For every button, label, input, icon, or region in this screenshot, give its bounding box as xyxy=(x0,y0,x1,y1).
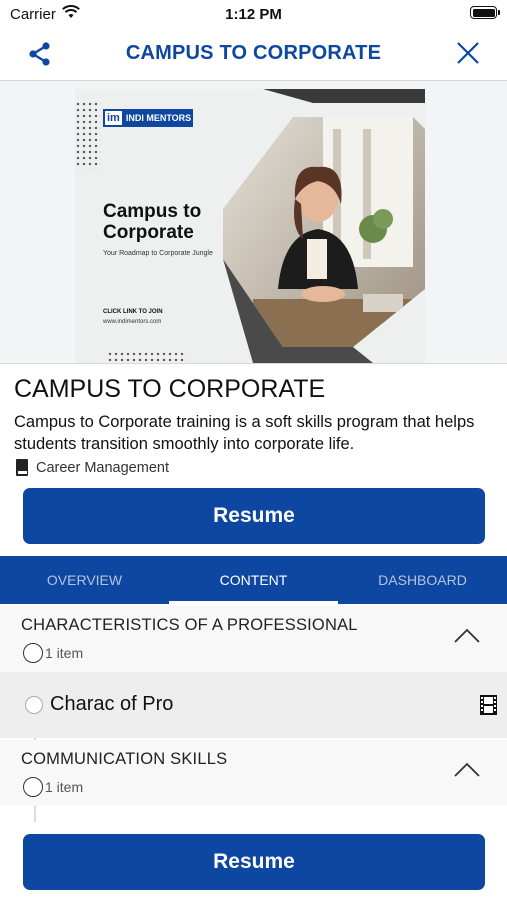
course-description: Campus to Corporate training is a soft s… xyxy=(14,413,475,453)
category-label: Career Management xyxy=(36,459,169,476)
clock: 1:12 PM xyxy=(225,6,282,23)
nav-title: CAMPUS TO CORPORATE xyxy=(125,42,382,64)
course-banner: im INDI MENTORS Campus to Corporate Your… xyxy=(0,80,507,364)
film-icon xyxy=(480,695,497,715)
dot-pattern-decoration xyxy=(107,351,187,363)
professional-woman-photo xyxy=(223,89,425,363)
progress-circle-icon xyxy=(23,777,43,797)
poster-subheading: Your Roadmap to Corporate Jungle xyxy=(103,250,213,257)
course-poster-image: im INDI MENTORS Campus to Corporate Your… xyxy=(75,89,425,363)
section-item-count: 1 item xyxy=(23,643,83,663)
tab-bar: OVERVIEW CONTENT DASHBOARD xyxy=(0,556,507,604)
book-icon xyxy=(16,459,28,476)
close-icon[interactable] xyxy=(455,40,481,66)
chevron-up-icon[interactable] xyxy=(453,628,481,644)
indi-mentors-logo: im INDI MENTORS xyxy=(103,109,193,127)
section-title: COMMUNICATION SKILLS xyxy=(21,750,228,768)
resume-button-bottom[interactable]: Resume xyxy=(23,834,485,890)
section-header[interactable]: COMMUNICATION SKILLS 1 item xyxy=(0,740,507,806)
dot-pattern-decoration xyxy=(75,101,101,169)
battery-icon xyxy=(470,6,500,19)
poster-heading: Campus to Corporate xyxy=(103,201,202,243)
section-header[interactable]: CHARACTERISTICS OF A PROFESSIONAL 1 item xyxy=(0,606,507,672)
content-section[interactable]: CHARACTERISTICS OF A PROFESSIONAL 1 item xyxy=(0,606,507,672)
section-item-count: 1 item xyxy=(23,777,83,797)
tab-dashboard[interactable]: DASHBOARD xyxy=(338,556,507,604)
tab-content[interactable]: CONTENT xyxy=(169,556,338,604)
chevron-up-icon[interactable] xyxy=(453,762,481,778)
course-title: CAMPUS TO CORPORATE xyxy=(14,375,326,403)
progress-circle-icon xyxy=(23,643,43,663)
section-title: CHARACTERISTICS OF A PROFESSIONAL xyxy=(21,616,358,634)
resume-button[interactable]: Resume xyxy=(23,488,485,544)
content-section[interactable]: COMMUNICATION SKILLS 1 item xyxy=(0,740,507,806)
nav-bar: CAMPUS TO CORPORATE xyxy=(0,28,507,78)
poster-url: www.indimentors.com xyxy=(103,319,162,325)
course-category: Career Management xyxy=(16,459,169,476)
status-bar: Carrier 1:12 PM xyxy=(0,0,507,28)
lesson-title: Charac of Pro xyxy=(50,693,174,715)
tab-overview[interactable]: OVERVIEW xyxy=(0,556,169,604)
lesson-item[interactable]: Charac of Pro xyxy=(0,672,507,738)
lesson-status-circle-icon xyxy=(25,696,43,714)
poster-cta: CLICK LINK TO JOIN xyxy=(103,309,163,315)
